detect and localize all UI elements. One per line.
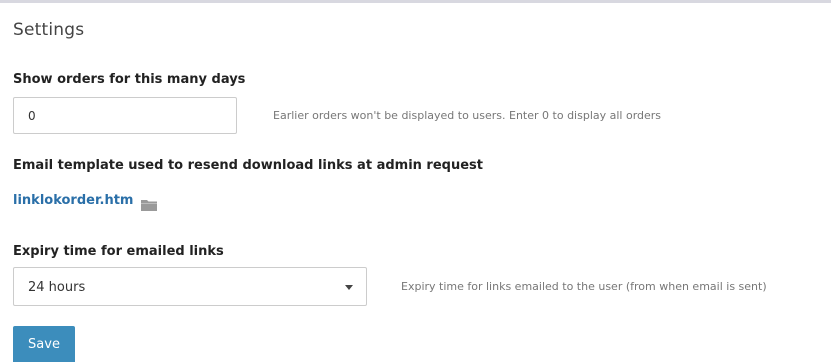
days-label: Show orders for this many days bbox=[13, 72, 246, 87]
template-file-link[interactable]: linklokorder.htm bbox=[13, 193, 133, 208]
days-input[interactable] bbox=[13, 97, 237, 134]
folder-icon[interactable] bbox=[141, 196, 157, 211]
chevron-down-icon bbox=[345, 285, 353, 290]
days-help-text: Earlier orders won't be displayed to use… bbox=[273, 109, 662, 122]
template-label: Email template used to resend download l… bbox=[13, 158, 483, 173]
expiry-select[interactable]: 24 hours bbox=[13, 267, 367, 306]
page-title: Settings bbox=[13, 20, 85, 40]
save-button[interactable]: Save bbox=[13, 326, 75, 362]
expiry-help-text: Expiry time for links emailed to the use… bbox=[401, 280, 767, 293]
expiry-selected-value: 24 hours bbox=[28, 280, 86, 295]
expiry-label: Expiry time for emailed links bbox=[13, 244, 224, 259]
settings-panel: Settings Show orders for this many days … bbox=[0, 3, 831, 362]
